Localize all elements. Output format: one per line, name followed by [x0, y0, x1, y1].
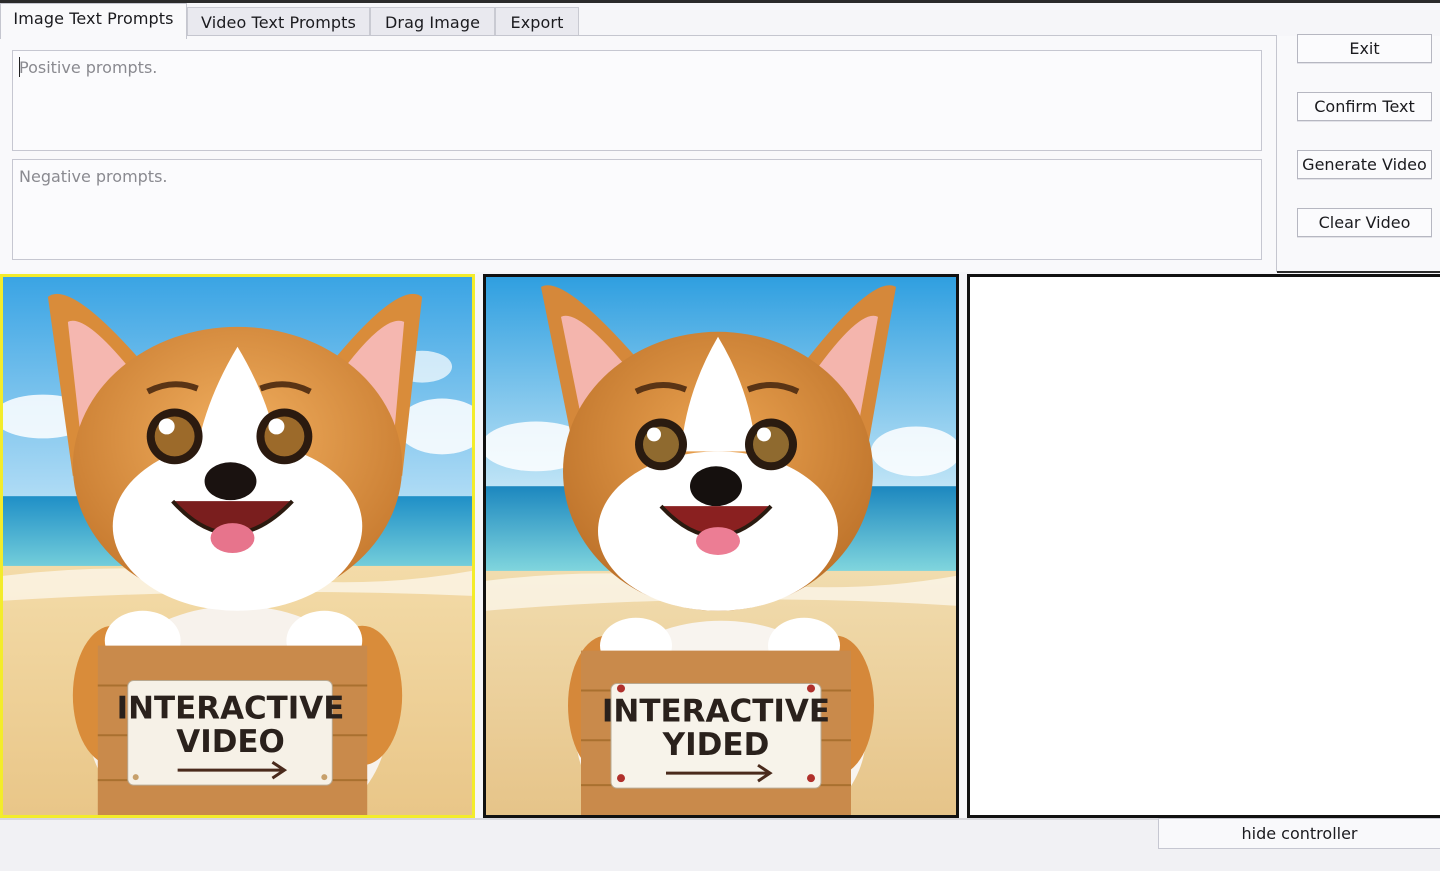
positive-prompt-input[interactable]: [12, 50, 1262, 151]
sign-line1: INTERACTIVE: [117, 690, 345, 726]
tab-export[interactable]: Export: [495, 7, 579, 37]
controls-divider: [1277, 271, 1440, 273]
sign-line1: INTERACTIVE: [602, 693, 830, 729]
corgi-image-input: INTERACTIVE VIDEO: [3, 277, 472, 815]
text-caret: [19, 57, 20, 77]
video-preview-panel[interactable]: [967, 274, 1440, 818]
negative-prompt-input[interactable]: [12, 159, 1262, 260]
tab-video-text-prompts[interactable]: Video Text Prompts: [187, 7, 370, 37]
hide-controller-button[interactable]: hide controller: [1158, 818, 1440, 849]
prompt-panel: [0, 36, 1277, 272]
exit-button[interactable]: Exit: [1297, 34, 1432, 63]
generate-video-button[interactable]: Generate Video: [1297, 150, 1432, 179]
tab-drag-image[interactable]: Drag Image: [370, 7, 495, 37]
sign-line2: VIDEO: [176, 724, 284, 760]
corgi-image-output: INTERACTIVE YIDED: [486, 277, 956, 815]
window-top-border: [0, 0, 1440, 3]
clear-video-button[interactable]: Clear Video: [1297, 208, 1432, 237]
tab-image-text-prompts[interactable]: Image Text Prompts: [0, 3, 187, 39]
confirm-text-button[interactable]: Confirm Text: [1297, 92, 1432, 121]
input-image-panel[interactable]: INTERACTIVE VIDEO: [0, 274, 475, 818]
generated-frame-panel[interactable]: INTERACTIVE YIDED: [483, 274, 959, 818]
sign-line2: YIDED: [662, 727, 770, 763]
